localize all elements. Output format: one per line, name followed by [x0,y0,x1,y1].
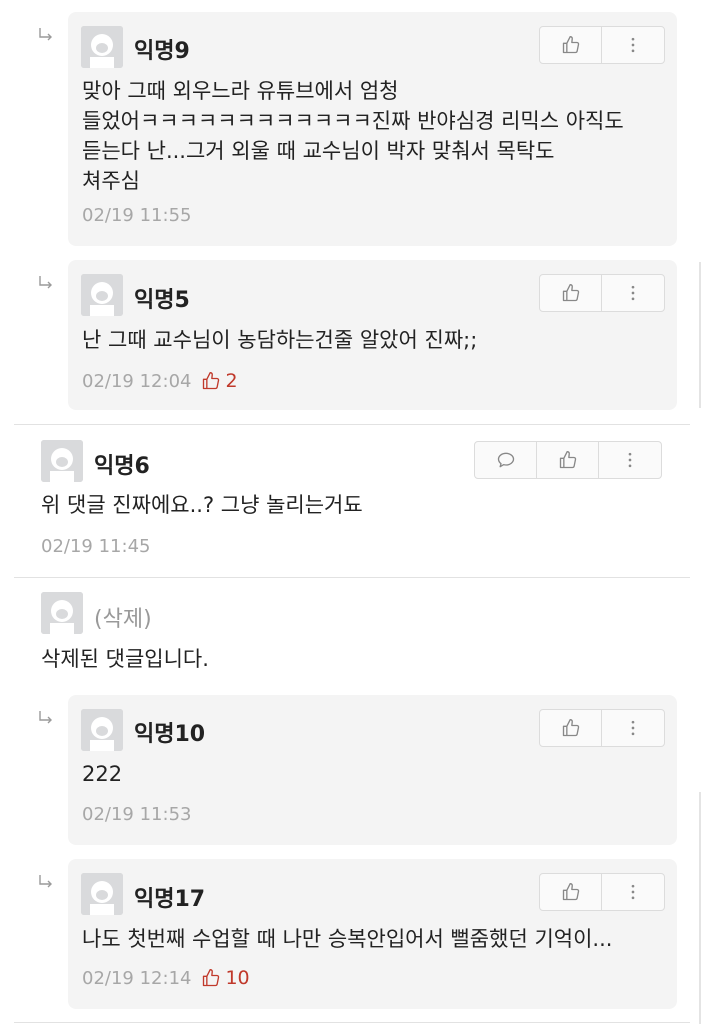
thumbs-up-icon [561,882,581,902]
comment-meta: 02/19 11:45 [41,536,150,557]
comment-text: 나도 첫번째 수업할 때 나만 승복안입어서 뻘줌했던 기억이... [82,927,613,951]
more-button[interactable] [602,27,664,63]
more-button[interactable] [602,710,664,746]
thumbs-up-icon [201,968,221,988]
like-count-value: 2 [225,370,238,392]
reply-box: 익명5 난 그때 교수님이 농담하는건줄 알았어 진짜;; 02/19 12:0… [68,260,677,410]
reply-box: 익명9 맞아 그때 외우느라 유튜브에서 엄청 들었어ㅋㅋㅋㅋㅋㅋㅋㅋㅋㅋㅋㅋ진… [68,12,677,246]
thumbs-up-icon [558,450,578,470]
like-button[interactable] [540,27,602,63]
comment-text: 222 [82,762,123,786]
reply-arrow-icon [36,26,56,46]
timestamp: 02/19 12:14 [82,967,192,989]
comment-meta: 02/19 11:53 [82,804,191,825]
comment-text: 난 그때 교수님이 농담하는건줄 알았어 진짜;; [82,328,478,352]
thumbs-up-icon [561,718,581,738]
divider [14,424,690,425]
avatar [41,440,83,482]
avatar [81,274,123,316]
comment-text: 맞아 그때 외우느라 유튜브에서 엄청 들었어ㅋㅋㅋㅋㅋㅋㅋㅋㅋㅋㅋㅋ진짜 반야… [82,79,624,193]
thumbs-up-icon [201,371,221,391]
more-vertical-icon [623,35,643,55]
like-button[interactable] [540,275,602,311]
timestamp: 02/19 11:53 [82,804,192,825]
comment-actions [474,441,662,479]
avatar [81,26,123,68]
reply-button[interactable] [475,442,537,478]
reply-comment: 익명10 222 02/19 11:53 [0,695,703,845]
like-button[interactable] [540,874,602,910]
timestamp: 02/19 11:45 [41,536,151,557]
reply-box: 익명17 나도 첫번째 수업할 때 나만 승복안입어서 뻘줌했던 기억이... … [68,859,677,1009]
timestamp: 02/19 12:04 [82,370,192,392]
comment-actions [539,873,665,911]
nickname: 익명17 [134,887,206,912]
comment-meta: 02/19 12:14 10 [82,967,250,989]
avatar [81,709,123,751]
reply-comment: 익명9 맞아 그때 외우느라 유튜브에서 엄청 들었어ㅋㅋㅋㅋㅋㅋㅋㅋㅋㅋㅋㅋ진… [0,12,703,246]
more-vertical-icon [620,450,640,470]
comment-actions [539,709,665,747]
comment-meta: 02/19 12:04 2 [82,370,238,392]
nickname: 익명10 [134,722,206,747]
more-vertical-icon [623,718,643,738]
reply-arrow-icon [36,873,56,893]
comment-bubble-icon [496,450,516,470]
more-button[interactable] [602,275,664,311]
comment-actions [539,274,665,312]
reply-box: 익명10 222 02/19 11:53 [68,695,677,845]
nickname: 익명6 [94,454,150,479]
comment-meta: 02/19 11:55 [82,205,191,226]
comment-text: 위 댓글 진짜에요..? 그냥 놀리는거됴 [41,493,363,517]
thumbs-up-icon [561,283,581,303]
timestamp: 02/19 11:55 [82,205,192,226]
avatar [81,873,123,915]
reply-arrow-icon [36,709,56,729]
deleted-comment-text: 삭제된 댓글입니다. [41,647,209,671]
more-button[interactable] [599,442,661,478]
nickname: 익명9 [134,39,190,64]
like-count: 10 [201,967,250,989]
like-count: 2 [201,370,238,392]
avatar [41,592,83,634]
nickname: 익명5 [134,288,190,313]
like-button[interactable] [540,710,602,746]
reply-comment: 익명5 난 그때 교수님이 농담하는건줄 알았어 진짜;; 02/19 12:0… [0,260,703,410]
scroll-edge [699,262,701,408]
comment-actions [539,26,665,64]
reply-arrow-icon [36,274,56,294]
more-vertical-icon [623,283,643,303]
nickname-deleted: (삭제) [94,607,152,632]
like-button[interactable] [537,442,599,478]
thumbs-up-icon [561,35,581,55]
divider [14,1022,690,1023]
more-vertical-icon [623,882,643,902]
more-button[interactable] [602,874,664,910]
divider [14,577,690,578]
reply-comment: 익명17 나도 첫번째 수업할 때 나만 승복안입어서 뻘줌했던 기억이... … [0,859,703,1009]
like-count-value: 10 [225,967,250,989]
